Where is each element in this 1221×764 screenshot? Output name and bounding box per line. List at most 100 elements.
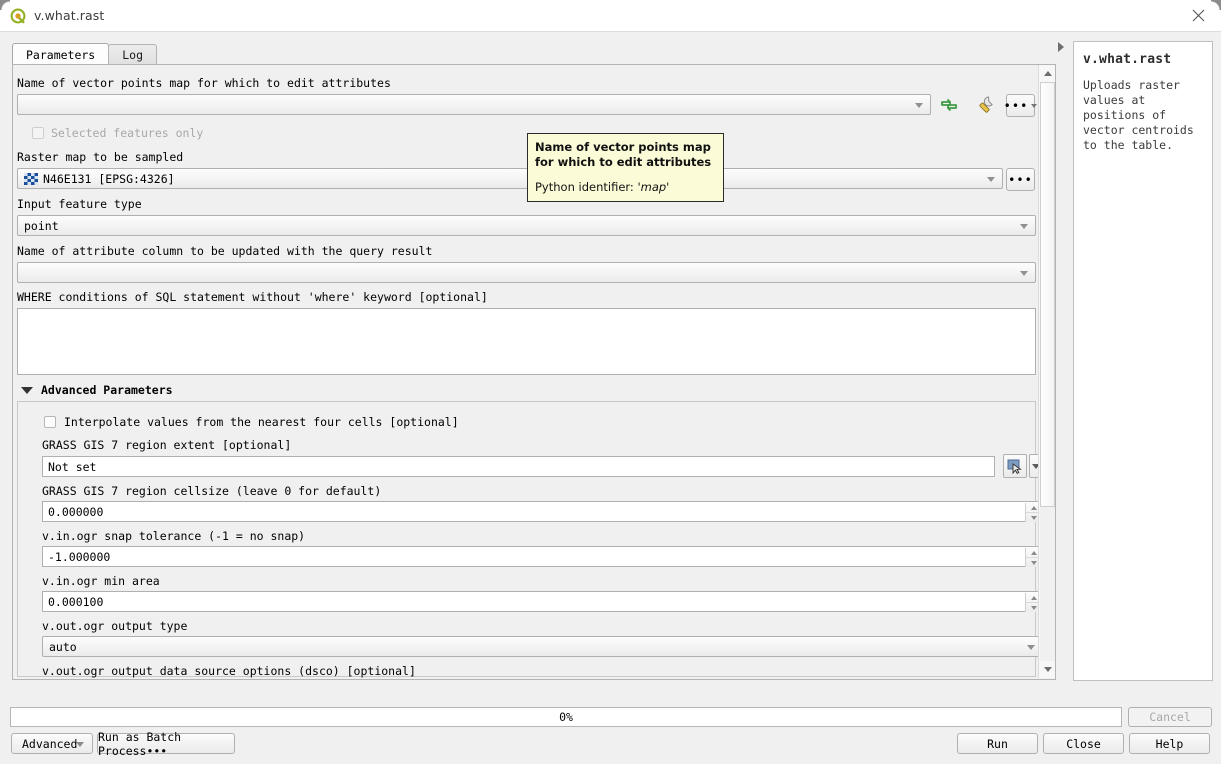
- grass-algorithm-dialog: v.what.rast Parameters Log Name of vecto…: [0, 0, 1221, 764]
- region-extent-value: Not set: [48, 459, 97, 474]
- raster-map-browse-button[interactable]: •••: [1006, 168, 1035, 191]
- collapse-help-panel-icon[interactable]: [1058, 42, 1064, 52]
- chevron-down-icon: [1020, 223, 1028, 229]
- run-label: Run: [987, 736, 1008, 751]
- select-extent-on-canvas-icon[interactable]: [1003, 454, 1027, 478]
- raster-map-label: Raster map to be sampled: [17, 150, 184, 164]
- chevron-down-icon: [76, 741, 84, 747]
- interpolate-label: Interpolate values from the nearest four…: [64, 415, 459, 429]
- output-type-label: v.out.ogr output type: [42, 619, 188, 633]
- min-area-spinbox[interactable]: 0.000100: [42, 591, 1039, 612]
- stepper-down-icon: [1030, 560, 1037, 565]
- advanced-parameters-group: Interpolate values from the nearest four…: [17, 401, 1039, 678]
- snap-tolerance-spinbox[interactable]: -1.000000: [42, 546, 1039, 567]
- window-corner-left: [0, 0, 10, 10]
- snap-tolerance-label: v.in.ogr snap tolerance (-1 = no snap): [42, 529, 306, 543]
- window-title: v.what.rast: [34, 8, 105, 23]
- where-textarea[interactable]: [17, 308, 1036, 375]
- title-bar: v.what.rast: [0, 0, 1221, 32]
- vector-map-browse-button[interactable]: •••: [1003, 94, 1038, 117]
- raster-layer-icon: [24, 172, 38, 185]
- raster-map-browse-label: •••: [1008, 172, 1033, 187]
- dsco-label: v.out.ogr output data source options (ds…: [42, 664, 416, 678]
- advanced-parameters-toggle[interactable]: Advanced Parameters: [21, 383, 173, 397]
- iterate-refresh-icon[interactable]: [936, 92, 962, 118]
- region-extent-label: GRASS GIS 7 region extent [optional]: [42, 438, 292, 452]
- region-cellsize-value: 0.000000: [48, 504, 104, 519]
- advanced-parameters-label: Advanced Parameters: [41, 383, 173, 397]
- vector-map-browse-label: •••: [1003, 98, 1029, 113]
- stepper-down-icon: [1030, 515, 1037, 520]
- stepper-up-icon: [1030, 550, 1037, 555]
- tab-log-label: Log: [122, 48, 144, 62]
- raster-map-value: N46E131 [EPSG:4326]: [43, 171, 175, 186]
- tooltip-python-identifier: Python identifier: 'map': [535, 180, 716, 194]
- help-button[interactable]: Help: [1129, 733, 1210, 754]
- chevron-down-icon: [915, 102, 923, 108]
- snap-tolerance-stepper[interactable]: [1025, 548, 1039, 567]
- close-label: Close: [1066, 736, 1101, 751]
- parameters-scrollbar[interactable]: [1038, 65, 1055, 678]
- attribute-column-label: Name of attribute column to be updated w…: [17, 244, 433, 258]
- tab-parameters[interactable]: Parameters: [12, 43, 110, 65]
- where-value: [18, 309, 1035, 315]
- chevron-down-icon: [1020, 270, 1028, 276]
- parameter-tooltip: Name of vector points map for which to e…: [527, 133, 724, 202]
- scroll-down-arrow-icon[interactable]: [1040, 661, 1055, 678]
- close-button[interactable]: Close: [1043, 733, 1124, 754]
- cancel-label: Cancel: [1149, 710, 1191, 724]
- checkbox-box: [44, 416, 56, 428]
- tab-log[interactable]: Log: [108, 44, 158, 65]
- advanced-label: Advanced: [22, 736, 78, 751]
- min-area-label: v.in.ogr min area: [42, 574, 160, 588]
- caret-down-icon: [21, 386, 33, 394]
- help-panel: v.what.rast Uploads raster values at pos…: [1073, 41, 1213, 681]
- feature-type-combo[interactable]: point: [17, 215, 1036, 236]
- chevron-down-icon: [1027, 644, 1035, 650]
- stepper-up-icon: [1030, 505, 1037, 510]
- chevron-down-icon: [987, 176, 995, 182]
- tab-parameters-label: Parameters: [26, 47, 96, 62]
- help-title: v.what.rast: [1083, 52, 1172, 67]
- region-cellsize-spinbox[interactable]: 0.000000: [42, 501, 1039, 522]
- help-label: Help: [1155, 736, 1184, 751]
- wrench-icon[interactable]: [973, 92, 999, 118]
- output-type-combo[interactable]: auto: [42, 636, 1039, 657]
- tab-bar: Parameters Log: [12, 43, 158, 65]
- qgis-logo-icon: [10, 8, 26, 24]
- feature-type-label: Input feature type: [17, 197, 142, 211]
- progress-bar: 0%: [10, 707, 1122, 727]
- snap-tolerance-value: -1.000000: [48, 549, 111, 564]
- tooltip-python-label: Python identifier:: [535, 180, 638, 194]
- stepper-up-icon: [1030, 595, 1037, 600]
- vector-map-combo[interactable]: [17, 94, 931, 115]
- stepper-down-icon: [1030, 605, 1037, 610]
- scroll-up-arrow-icon[interactable]: [1040, 65, 1055, 82]
- run-button[interactable]: Run: [957, 733, 1038, 754]
- parameters-scroll-area: Name of vector points map for which to e…: [13, 65, 1039, 678]
- progress-text: 0%: [559, 710, 573, 724]
- checkbox-box: [32, 127, 44, 139]
- interpolate-checkbox[interactable]: Interpolate values from the nearest four…: [44, 415, 459, 429]
- batch-label: Run as Batch Process•••: [98, 729, 182, 758]
- raster-map-combo[interactable]: N46E131 [EPSG:4326]: [17, 168, 1003, 189]
- selected-features-only-checkbox[interactable]: Selected features only: [32, 126, 203, 140]
- feature-type-value: point: [24, 218, 59, 233]
- min-area-stepper[interactable]: [1025, 593, 1039, 612]
- output-type-value: auto: [49, 639, 77, 654]
- advanced-menu-button[interactable]: Advanced: [11, 733, 93, 754]
- attribute-column-combo[interactable]: [17, 262, 1036, 283]
- selected-features-only-label: Selected features only: [51, 126, 204, 140]
- tooltip-heading: Name of vector points map for which to e…: [535, 140, 712, 169]
- run-as-batch-process-button[interactable]: Run as Batch Process•••: [97, 730, 235, 758]
- region-cellsize-stepper[interactable]: [1025, 503, 1039, 522]
- help-body: Uploads raster values at positions of ve…: [1083, 78, 1194, 152]
- region-extent-input[interactable]: Not set: [42, 456, 995, 477]
- min-area-value: 0.000100: [48, 594, 104, 609]
- scrollbar-thumb[interactable]: [1040, 82, 1055, 507]
- where-label: WHERE conditions of SQL statement withou…: [17, 290, 488, 304]
- vector-map-label: Name of vector points map for which to e…: [17, 76, 391, 90]
- tooltip-python-value: 'map': [637, 180, 670, 194]
- cancel-button[interactable]: Cancel: [1128, 707, 1212, 727]
- chevron-down-icon: [1031, 103, 1038, 108]
